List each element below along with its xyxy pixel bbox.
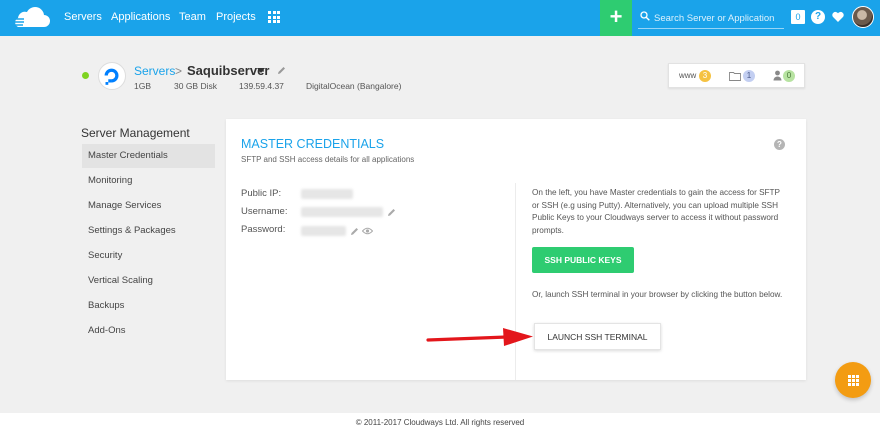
help-icon[interactable]: ? [811, 10, 825, 24]
sidebar-item-master-credentials[interactable]: Master Credentials [82, 144, 215, 168]
avatar[interactable] [852, 6, 874, 28]
caret-down-icon[interactable] [257, 68, 265, 73]
nav-projects-link[interactable]: Projects [216, 11, 256, 23]
digitalocean-icon [98, 62, 126, 90]
footer: © 2011-2017 Cloudways Ltd. All rights re… [0, 413, 880, 432]
server-disk: 30 GB Disk [174, 81, 217, 91]
sidebar-item-vertical-scaling[interactable]: Vertical Scaling [82, 269, 215, 293]
apps-fab-button[interactable] [835, 362, 871, 398]
apps-grid-icon[interactable] [268, 11, 280, 23]
ssh-public-keys-button[interactable]: SSH PUBLIC KEYS [532, 247, 634, 273]
launch-info-text: Or, launch SSH terminal in your browser … [532, 290, 783, 299]
panel-subtitle: SFTP and SSH access details for all appl… [241, 155, 415, 164]
users-count-badge[interactable]: 0 [783, 70, 795, 82]
password-value[interactable] [301, 226, 346, 236]
sidebar-title: Server Management [81, 126, 190, 140]
folder-icon [729, 72, 741, 81]
heart-icon[interactable] [831, 10, 845, 24]
sidebar-item-manage-services[interactable]: Manage Services [82, 194, 215, 218]
notification-count-badge[interactable]: 0 [791, 10, 805, 24]
launch-ssh-terminal-button[interactable]: LAUNCH SSH TERMINAL [534, 323, 661, 350]
public-ip-label: Public IP: [241, 188, 282, 199]
search-box [638, 7, 784, 29]
sidebar-item-settings-packages[interactable]: Settings & Packages [82, 219, 215, 243]
search-input[interactable] [654, 10, 782, 26]
search-icon [640, 11, 650, 21]
username-label: Username: [241, 206, 288, 217]
sidebar-item-security[interactable]: Security [82, 244, 215, 268]
server-ram: 1GB [134, 81, 152, 91]
sidebar-item-backups[interactable]: Backups [82, 294, 215, 318]
footer-copyright: © 2011-2017 Cloudways Ltd. All rights re… [355, 418, 525, 427]
server-status-indicator [82, 72, 89, 79]
panel-divider [515, 183, 516, 380]
edit-icon[interactable] [350, 227, 359, 236]
username-value[interactable] [301, 207, 383, 217]
public-ip-value[interactable] [301, 189, 353, 199]
edit-icon[interactable] [387, 208, 396, 217]
server-provider: DigitalOcean (Bangalore) [306, 81, 402, 91]
server-ip: 139.59.4.37 [239, 81, 284, 91]
nav-applications-link[interactable]: Applications [111, 11, 170, 23]
panel-title: MASTER CREDENTIALS [241, 137, 385, 151]
breadcrumb-servers-link[interactable]: Servers [134, 64, 175, 78]
www-label: www [679, 71, 697, 80]
server-stats-box: www 3 1 0 [668, 63, 805, 88]
top-navbar: Servers Applications Team Projects + 0 ? [0, 0, 880, 36]
nav-servers-link[interactable]: Servers [64, 11, 102, 23]
red-arrow-icon [426, 328, 533, 346]
help-icon[interactable]: ? [774, 139, 785, 150]
sidebar-item-monitoring[interactable]: Monitoring [82, 169, 215, 193]
sidebar-item-add-ons[interactable]: Add-Ons [82, 319, 215, 343]
add-button[interactable]: + [600, 0, 632, 36]
user-icon [773, 70, 782, 81]
fab-grid-icon [848, 375, 859, 386]
apps-count-badge[interactable]: 3 [699, 70, 711, 82]
nav-team-link[interactable]: Team [179, 11, 206, 23]
folders-count-badge[interactable]: 1 [743, 70, 755, 82]
edit-icon[interactable] [277, 66, 286, 75]
breadcrumb-separator: > [175, 64, 183, 78]
password-label: Password: [241, 224, 286, 235]
cloud-logo-icon[interactable] [10, 7, 52, 29]
eye-icon[interactable] [362, 227, 373, 235]
ssh-info-text: On the left, you have Master credentials… [532, 188, 780, 235]
